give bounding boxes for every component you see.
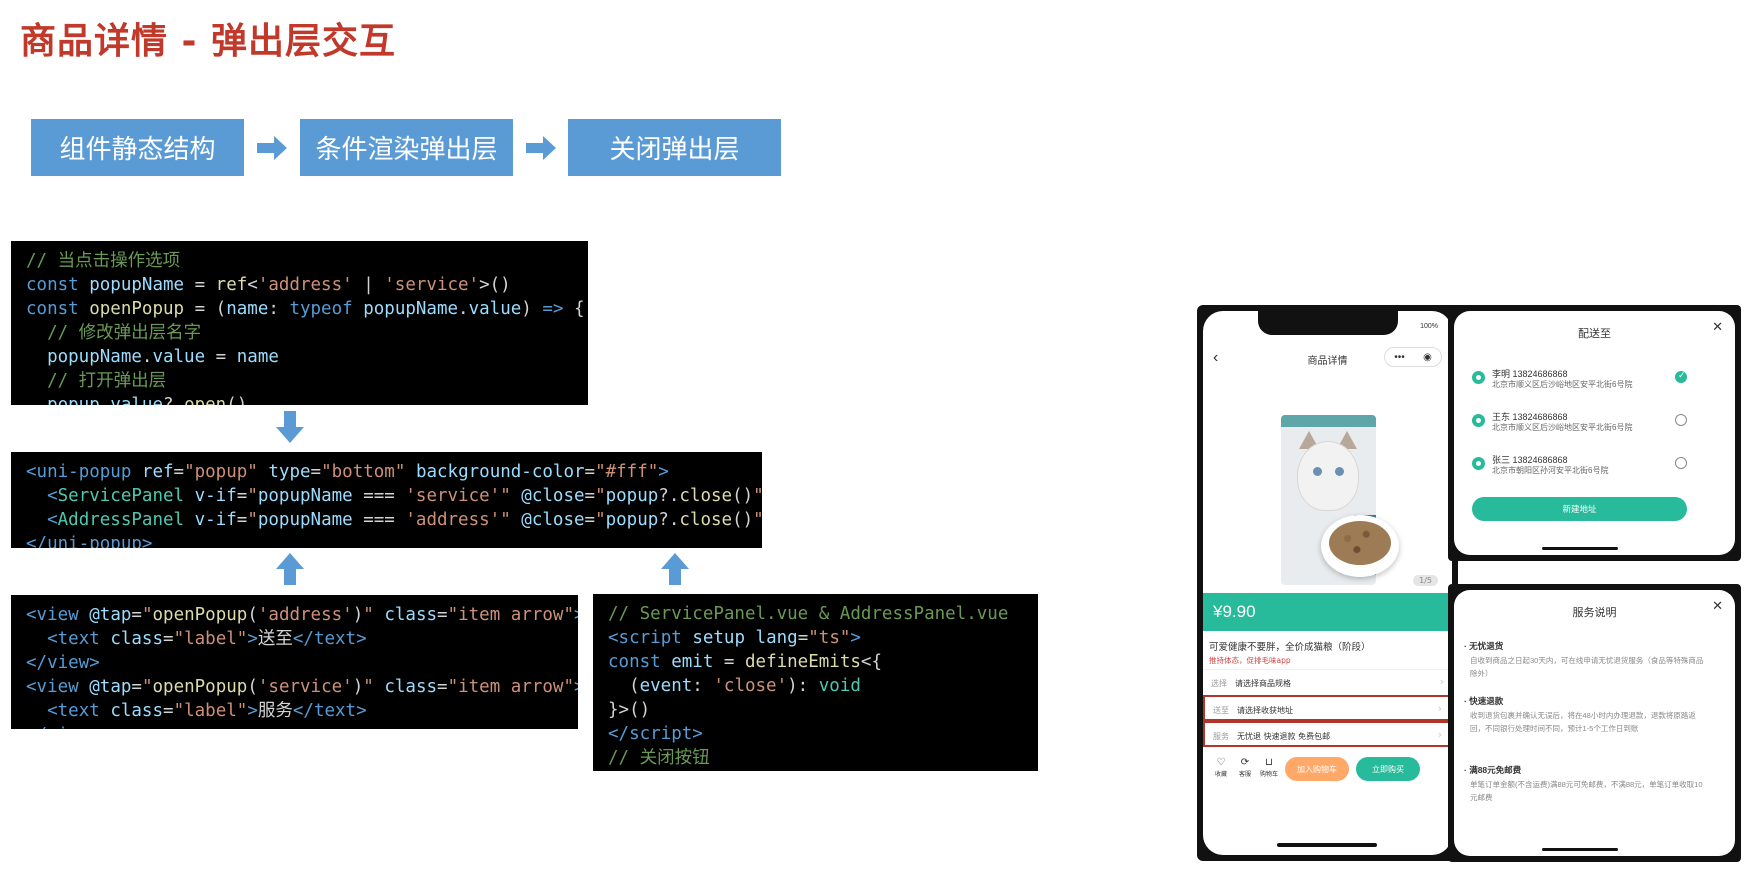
add-to-cart-button[interactable]: 加入购物车 (1285, 757, 1349, 781)
option-key: 送至 (1213, 706, 1229, 715)
favorite-button[interactable]: ♡ 收藏 (1209, 757, 1233, 778)
bottom-action-bar: ♡ 收藏 ⟳ 客服 ⊔ 购物车 加入购物车 立即购买 (1203, 753, 1452, 787)
arrow-down-icon (276, 411, 304, 443)
nav-bar: ‹ 商品详情 ••• ◉ (1203, 347, 1452, 371)
service-item: 无忧退货 自收到商品之日起30天内，可在线申请无忧退货服务（食品等特殊商品除外） (1464, 640, 1704, 680)
service-item: 快速退款 收到退货包裹并确认无误后，将在48小时内办理退款，退款将原路返回，不同… (1464, 695, 1704, 735)
capsule-menu[interactable]: ••• ◉ (1384, 347, 1442, 367)
phone-screen: 100% ‹ 商品详情 ••• ◉ 1/5 ¥9.90 可爱健康不要胖，全价成猫粮… (1203, 311, 1452, 855)
step-conditional-render: 条件渲染弹出层 (300, 119, 513, 176)
code-service-panel: // ServicePanel.vue & AddressPanel.vue <s… (593, 594, 1038, 771)
chevron-right-icon: › (1437, 728, 1442, 741)
option-row-service[interactable]: 服务 无忧退 快速退款 免费包邮 › (1203, 721, 1452, 747)
radio-unchecked-icon[interactable] (1675, 414, 1687, 426)
option-key: 选择 (1211, 679, 1227, 688)
location-pin-icon (1472, 457, 1485, 470)
chevron-right-icon: › (1437, 702, 1442, 715)
refresh-icon: ⟳ (1240, 757, 1250, 768)
code-uni-popup: <uni-popup ref="popup" type="bottom" bac… (11, 452, 762, 548)
arrow-right-icon (257, 136, 287, 160)
page-title: 商品详情 - 弹出层交互 (20, 21, 397, 62)
close-icon[interactable]: ✕ (1712, 319, 1723, 335)
service-item: 满88元免邮费 单笔订单金额(不含运费)满88元可免邮费，不满88元，单笔订单收… (1464, 764, 1704, 804)
address-panel: 配送至 ✕ 李明 13824686868 北京市顺义区后沙峪地区安平北街6号院 … (1448, 305, 1741, 561)
chevron-right-icon: › (1439, 675, 1444, 688)
service-panel: 服务说明 ✕ 无忧退货 自收到商品之日起30天内，可在线申请无忧退货服务（食品等… (1448, 584, 1741, 862)
option-row-spec[interactable]: 选择 请选择商品规格 › (1203, 669, 1452, 695)
more-icon[interactable]: ••• (1394, 352, 1405, 363)
close-mini-icon[interactable]: ◉ (1423, 352, 1432, 363)
food-bowl-image (1321, 515, 1399, 577)
address-item[interactable]: 王东 13824686868 北京市顺义区后沙峪地区安平北街6号院 (1472, 410, 1687, 446)
code-view-tap: <view @tap="openPopup('address')" class=… (11, 595, 578, 729)
price: ¥9.90 (1203, 593, 1452, 631)
address-panel-title: 配送至 (1578, 328, 1611, 340)
code-open-popup: // 当点击操作选项 const popupName = ref<'address… (11, 241, 588, 405)
arrow-right-icon (526, 136, 556, 160)
customer-service-button[interactable]: ⟳ 客服 (1233, 757, 1257, 778)
page-indicator: 1/5 (1413, 575, 1438, 586)
option-value: 请选择收获地址 (1237, 706, 1293, 715)
battery-indicator: 100% (1420, 323, 1438, 330)
product-subtitle: 推持体态，促排毛味app (1209, 656, 1291, 665)
cart-icon: ⊔ (1265, 757, 1273, 768)
cart-button[interactable]: ⊔ 购物车 (1257, 757, 1281, 778)
radio-checked-icon[interactable] (1675, 370, 1687, 383)
new-address-button[interactable]: 新建地址 (1472, 497, 1687, 521)
location-pin-icon (1472, 414, 1485, 427)
option-row-address[interactable]: 送至 请选择收获地址 › (1203, 695, 1452, 721)
heart-icon: ♡ (1216, 757, 1226, 768)
home-indicator (1277, 843, 1377, 847)
arrow-up-icon (661, 553, 689, 585)
buy-now-button[interactable]: 立即购买 (1356, 757, 1420, 781)
address-item[interactable]: 张三 13824686868 北京市朝阳区孙河安平北街6号院 (1472, 453, 1687, 489)
option-value: 请选择商品规格 (1235, 679, 1291, 688)
close-icon[interactable]: ✕ (1712, 598, 1723, 614)
home-indicator (1542, 547, 1618, 550)
phone-notch (1258, 311, 1398, 335)
option-value: 无忧退 快速退款 免费包邮 (1237, 732, 1331, 741)
product-name: 可爱健康不要胖，全价成猫粮（阶段） (1209, 642, 1371, 653)
address-item[interactable]: 李明 13824686868 北京市顺义区后沙峪地区安平北街6号院 (1472, 367, 1687, 403)
location-pin-icon (1472, 371, 1485, 384)
phone-mockup: 100% ‹ 商品详情 ••• ◉ 1/5 ¥9.90 可爱健康不要胖，全价成猫粮… (1197, 305, 1458, 861)
product-image[interactable]: 1/5 (1203, 375, 1452, 593)
home-indicator (1542, 848, 1618, 851)
option-key: 服务 (1213, 732, 1229, 741)
step-close-popup: 关闭弹出层 (568, 119, 781, 176)
radio-unchecked-icon[interactable] (1675, 457, 1687, 469)
arrow-up-icon (276, 553, 304, 585)
service-panel-title: 服务说明 (1572, 607, 1617, 619)
step-static-structure: 组件静态结构 (31, 119, 244, 176)
